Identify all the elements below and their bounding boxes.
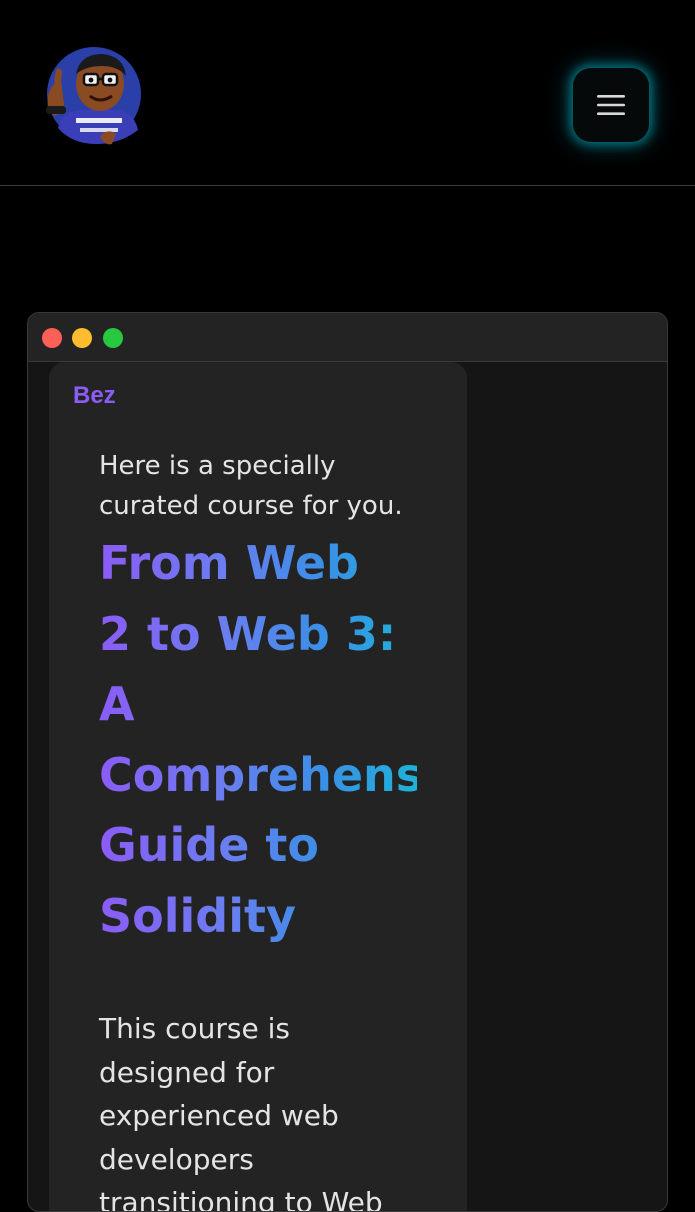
intro-line: curated course for you. bbox=[99, 491, 403, 521]
course-description: This course is designed for experienced … bbox=[99, 1007, 429, 1212]
course-title: From Web 2 to Web 3: A Comprehensive Gui… bbox=[99, 528, 417, 951]
menu-button[interactable] bbox=[573, 68, 649, 142]
description-line: experienced web bbox=[99, 1099, 339, 1132]
course-title-line: From Web bbox=[99, 528, 417, 599]
close-window-icon[interactable] bbox=[42, 328, 62, 348]
avatar[interactable] bbox=[40, 44, 144, 148]
maximize-window-icon[interactable] bbox=[103, 328, 123, 348]
message-bubble: Bez Here is a specially curated course f… bbox=[49, 362, 467, 1212]
course-title-line: Solidity bbox=[99, 881, 417, 952]
course-title-line: 2 to Web 3: bbox=[99, 599, 417, 670]
cartoon-avatar-icon bbox=[46, 47, 141, 145]
description-line: designed for bbox=[99, 1055, 275, 1089]
message-sender: Bez bbox=[73, 382, 116, 409]
course-title-line: A bbox=[99, 669, 417, 740]
course-title-line: Guide to bbox=[99, 810, 417, 881]
description-line: developers bbox=[99, 1142, 254, 1176]
window-titlebar bbox=[28, 313, 667, 362]
chat-window: Bez Here is a specially curated course f… bbox=[27, 312, 668, 1212]
description-line: This course is bbox=[99, 1012, 290, 1045]
course-title-line: Comprehensive bbox=[99, 740, 417, 811]
hamburger-menu-icon bbox=[597, 95, 625, 115]
description-line: transitioning to Web bbox=[99, 1186, 383, 1212]
intro-text: Here is a specially curated course for y… bbox=[99, 446, 439, 526]
minimize-window-icon[interactable] bbox=[72, 328, 92, 348]
intro-line: Here is a specially bbox=[99, 451, 336, 481]
site-header bbox=[0, 0, 695, 186]
